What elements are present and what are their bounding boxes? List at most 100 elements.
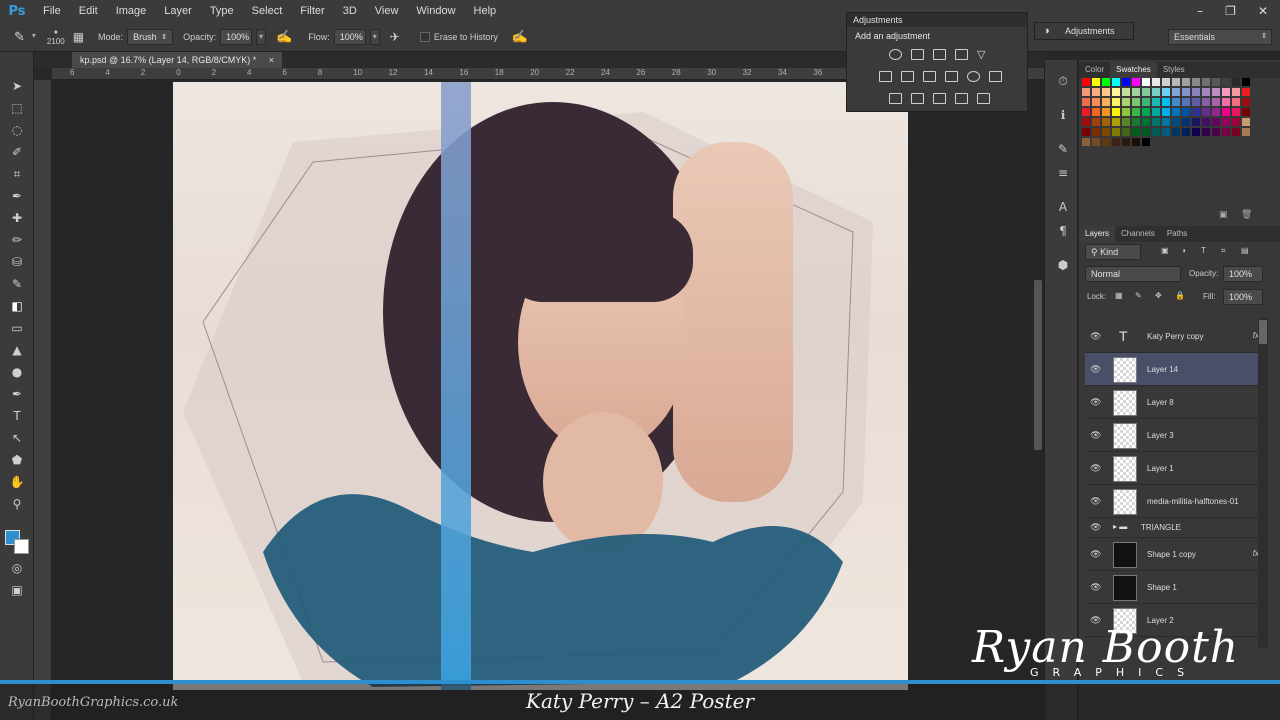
layer-row[interactable]: 👁 media-militia-halftones-01: [1085, 485, 1265, 518]
layer-filter-select[interactable]: ⚲ Kind: [1085, 244, 1141, 260]
menu-file[interactable]: File: [34, 5, 70, 17]
color-swatch[interactable]: [1212, 88, 1220, 96]
layer-row[interactable]: 👁 Shape 1: [1085, 571, 1265, 604]
color-swatch[interactable]: [1242, 78, 1250, 86]
color-swatch[interactable]: [1232, 88, 1240, 96]
menu-help[interactable]: Help: [465, 5, 506, 17]
color-swatch[interactable]: [1162, 108, 1170, 116]
color-swatch[interactable]: [1122, 118, 1130, 126]
color-swatch[interactable]: [1112, 98, 1120, 106]
brush-panel-toggle[interactable]: ▦: [73, 30, 84, 44]
color-swatch[interactable]: [1122, 138, 1130, 146]
color-swatch[interactable]: [1132, 128, 1140, 136]
color-swatch[interactable]: [1202, 118, 1210, 126]
color-swatch[interactable]: [1192, 118, 1200, 126]
blur-tool-icon[interactable]: ▲: [8, 342, 26, 358]
tab-layers[interactable]: Layers: [1079, 226, 1116, 242]
brush-size-picker[interactable]: ● 2100: [47, 28, 65, 46]
color-swatch[interactable]: [1192, 88, 1200, 96]
gradient-map-icon[interactable]: [977, 93, 990, 104]
visibility-eye-icon[interactable]: 👁: [1090, 582, 1101, 593]
lock-all-icon[interactable]: 🔒: [1175, 291, 1185, 300]
color-swatch[interactable]: [1162, 88, 1170, 96]
swatches-grid[interactable]: [1082, 78, 1262, 158]
color-swatch[interactable]: [1102, 98, 1110, 106]
filter-adjustment-icon[interactable]: ◑: [1181, 246, 1186, 255]
new-swatch-icon[interactable]: ▣: [1219, 210, 1228, 220]
color-swatch[interactable]: [1212, 78, 1220, 86]
history-panel-icon[interactable]: ⏱: [1056, 74, 1070, 88]
color-swatch[interactable]: [1092, 108, 1100, 116]
layer-fill-input[interactable]: 100%: [1223, 289, 1263, 305]
healing-brush-tool-icon[interactable]: ✚: [8, 210, 26, 226]
color-swatch[interactable]: [1212, 128, 1220, 136]
menu-layer[interactable]: Layer: [155, 5, 201, 17]
opacity-dropdown-icon[interactable]: ▾: [256, 28, 267, 45]
screen-mode-icon[interactable]: ▣: [8, 582, 26, 598]
color-swatch[interactable]: [1092, 138, 1100, 146]
color-swatch[interactable]: [1172, 98, 1180, 106]
menu-type[interactable]: Type: [201, 5, 243, 17]
brush-tool-icon[interactable]: ✏: [8, 232, 26, 248]
dodge-tool-icon[interactable]: ●: [8, 364, 26, 380]
color-swatch[interactable]: [1222, 108, 1230, 116]
delete-swatch-icon[interactable]: 🗑: [1241, 210, 1252, 220]
menu-image[interactable]: Image: [107, 5, 156, 17]
color-swatch[interactable]: [1232, 98, 1240, 106]
visibility-eye-icon[interactable]: 👁: [1090, 463, 1101, 474]
lock-position-icon[interactable]: ✥: [1155, 291, 1162, 300]
layer-row[interactable]: 👁 Layer 3: [1085, 419, 1265, 452]
type-tool-icon[interactable]: T: [8, 408, 26, 424]
color-swatch[interactable]: [1172, 88, 1180, 96]
history-brush-tool-icon[interactable]: ✎: [8, 276, 26, 292]
brightness-contrast-icon[interactable]: [889, 49, 902, 60]
color-swatch[interactable]: [1192, 128, 1200, 136]
color-swatch[interactable]: [1222, 118, 1230, 126]
color-swatch[interactable]: [1132, 88, 1140, 96]
levels-icon[interactable]: [911, 49, 924, 60]
color-swatch[interactable]: [1102, 88, 1110, 96]
color-swatch[interactable]: [1082, 128, 1090, 136]
opacity-input[interactable]: 100%: [220, 28, 253, 45]
color-swatch[interactable]: [1212, 98, 1220, 106]
color-swatch[interactable]: [1182, 128, 1190, 136]
color-swatch[interactable]: [1082, 108, 1090, 116]
vibrance-icon[interactable]: ▽: [977, 49, 990, 60]
tab-paths[interactable]: Paths: [1161, 226, 1193, 242]
selective-color-icon[interactable]: [955, 93, 968, 104]
airbrush-icon[interactable]: ✈: [390, 30, 400, 44]
hand-tool-icon[interactable]: ✋: [8, 474, 26, 490]
info-panel-icon[interactable]: ℹ: [1056, 108, 1070, 122]
color-swatch[interactable]: [1122, 78, 1130, 86]
color-swatch[interactable]: [1102, 138, 1110, 146]
color-swatch[interactable]: [1132, 78, 1140, 86]
exposure-icon[interactable]: [955, 49, 968, 60]
brush-presets-icon[interactable]: ≡: [1056, 166, 1070, 180]
adjustments-collapsed-button[interactable]: ◑ Adjustments: [1034, 22, 1134, 40]
color-swatch[interactable]: [1152, 88, 1160, 96]
layer-row[interactable]: 👁 Shape 1 copy fx: [1085, 538, 1265, 571]
visibility-eye-icon[interactable]: 👁: [1090, 522, 1101, 533]
color-swatch[interactable]: [1152, 128, 1160, 136]
color-swatch[interactable]: [1182, 118, 1190, 126]
color-swatch[interactable]: [1162, 128, 1170, 136]
color-swatch[interactable]: [1232, 78, 1240, 86]
color-swatch[interactable]: [1152, 78, 1160, 86]
folder-icon[interactable]: ▸ ▬: [1113, 522, 1127, 531]
filter-shape-icon[interactable]: ⌗: [1221, 246, 1226, 256]
color-swatch[interactable]: [1162, 98, 1170, 106]
color-swatch[interactable]: [1242, 118, 1250, 126]
layer-row[interactable]: 👁 T Katy Perry copy fx: [1085, 320, 1265, 353]
color-swatch[interactable]: [1202, 128, 1210, 136]
color-swatch[interactable]: [1082, 138, 1090, 146]
color-swatch[interactable]: [1192, 108, 1200, 116]
color-swatch[interactable]: [1182, 88, 1190, 96]
poster-canvas[interactable]: [173, 82, 908, 690]
color-swatch[interactable]: [1132, 138, 1140, 146]
color-swatch[interactable]: [1082, 98, 1090, 106]
shape-tool-icon[interactable]: ⬟: [8, 452, 26, 468]
color-swatch[interactable]: [1112, 118, 1120, 126]
layer-row[interactable]: 👁 Layer 1: [1085, 452, 1265, 485]
tab-channels[interactable]: Channels: [1115, 226, 1161, 242]
color-swatch[interactable]: [1142, 88, 1150, 96]
